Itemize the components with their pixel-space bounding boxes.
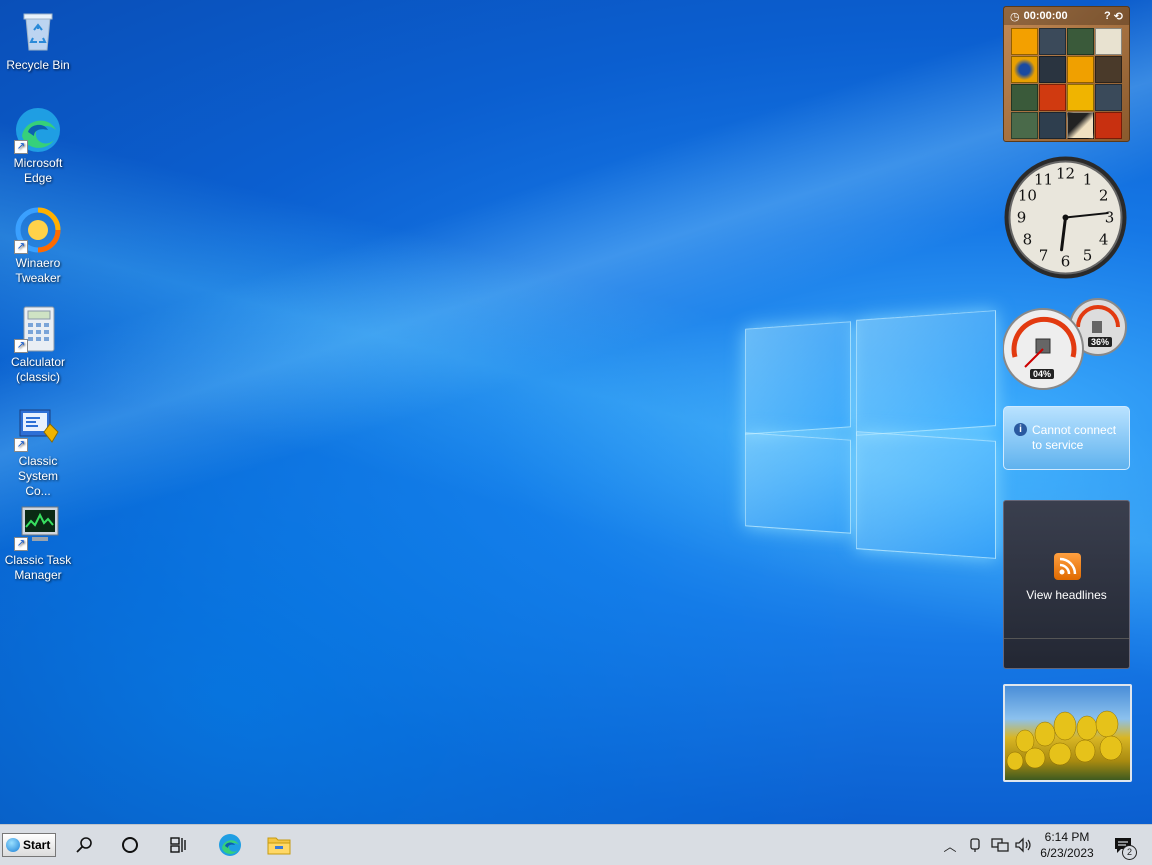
- shuffle-icon[interactable]: ⟲: [1114, 10, 1123, 23]
- device-icon: [970, 838, 980, 852]
- shortcut-arrow-icon: ↗: [14, 339, 28, 353]
- clock-numeral: 3: [1105, 209, 1115, 227]
- desktop-icon-label: Calculator (classic): [10, 355, 66, 384]
- desktop-icon-recycle-bin[interactable]: Recycle Bin: [4, 8, 72, 73]
- speaker-icon: [1015, 837, 1031, 853]
- clock-numeral: 1: [1083, 170, 1093, 188]
- weather-gadget[interactable]: i Cannot connect to service: [1003, 406, 1130, 470]
- clock-numeral: 11: [1034, 170, 1053, 188]
- info-icon: i: [1014, 423, 1027, 436]
- edge-icon: ↗: [14, 106, 62, 154]
- clock-numeral: 8: [1023, 231, 1033, 249]
- clock-numeral: 10: [1018, 187, 1037, 205]
- search-button[interactable]: [60, 825, 108, 865]
- shortcut-arrow-icon: ↗: [14, 140, 28, 154]
- calculator-icon: ↗: [14, 305, 62, 353]
- clock-numeral: 9: [1017, 209, 1027, 227]
- search-icon: [76, 837, 92, 853]
- feed-headlines-gadget[interactable]: View headlines: [1003, 500, 1130, 669]
- weather-message-line2: to service: [1032, 438, 1084, 452]
- windows-logo-wallpaper: [745, 305, 996, 560]
- start-button[interactable]: Start: [2, 833, 56, 857]
- desktop-icon-label: Winaero Tweaker: [15, 256, 61, 285]
- start-label: Start: [23, 838, 51, 852]
- view-headlines-link[interactable]: View headlines: [1004, 588, 1129, 602]
- desktop-icon-classic-system-config[interactable]: ↗ Classic System Co...: [4, 404, 72, 499]
- rss-icon: [1054, 553, 1081, 580]
- desktop-icon-label: Recycle Bin: [6, 58, 70, 72]
- shortcut-arrow-icon: ↗: [14, 240, 28, 254]
- clock-numeral: 2: [1099, 187, 1109, 205]
- desktop-icon-label: Classic System Co...: [17, 454, 58, 498]
- clock-time: 6:14 PM: [1044, 830, 1090, 844]
- desktop-icon-classic-task-manager[interactable]: ↗ Classic Task Manager: [4, 503, 72, 583]
- shortcut-arrow-icon: ↗: [14, 537, 28, 551]
- recycle-bin-icon: [14, 8, 62, 56]
- task-view-icon: [170, 837, 186, 853]
- chevron-up-icon: ︿: [943, 838, 957, 854]
- task-manager-icon: ↗: [14, 503, 62, 551]
- start-orb-icon: [6, 838, 20, 852]
- clock-gadget[interactable]: 12 1 2 3 4 5 6 7 8 9 10 11: [1003, 155, 1128, 280]
- puzzle-timer: 00:00:00: [1023, 10, 1068, 22]
- tray-device-button[interactable]: [964, 825, 986, 865]
- clock-numeral: 6: [1061, 253, 1071, 271]
- volume-button[interactable]: [1012, 825, 1034, 865]
- cpu-chip-icon: [1035, 338, 1051, 354]
- taskbar-file-explorer-button[interactable]: [255, 825, 303, 865]
- desktop-icon-label: Microsoft Edge: [13, 156, 63, 185]
- network-icon: [991, 838, 1009, 852]
- network-button[interactable]: [988, 825, 1012, 865]
- memory-usage-value: 36%: [1088, 337, 1113, 347]
- tulips-photo: [1006, 710, 1123, 771]
- memory-chip-icon: [1092, 321, 1102, 333]
- clock-date: 6/23/2023: [1040, 846, 1094, 860]
- clock-numeral: 7: [1039, 247, 1049, 265]
- desktop-icon-microsoft-edge[interactable]: ↗ Microsoft Edge: [4, 106, 72, 186]
- edge-icon: [219, 834, 241, 856]
- clock-numeral: 5: [1083, 247, 1093, 265]
- winaero-tweaker-icon: ↗: [14, 206, 62, 254]
- desktop-icon-label: Classic Task Manager: [4, 553, 72, 582]
- clock-numeral: 12: [1056, 165, 1075, 183]
- weather-message-line1: Cannot connect: [1032, 423, 1117, 437]
- show-hidden-icons-button[interactable]: ︿: [940, 825, 960, 865]
- taskbar: Start ︿ 6:14 PM 6/23/2023 2: [0, 824, 1152, 865]
- picture-puzzle-gadget[interactable]: ◷ 00:00:00 ? ⟲: [1003, 6, 1130, 142]
- taskbar-edge-button[interactable]: [206, 825, 254, 865]
- taskbar-clock[interactable]: 6:14 PM 6/23/2023: [1036, 829, 1098, 861]
- cpu-usage-value: 04%: [1030, 369, 1055, 379]
- desktop-icon-calculator[interactable]: ↗ Calculator (classic): [4, 305, 72, 385]
- desktop-icon-winaero-tweaker[interactable]: ↗ Winaero Tweaker: [4, 206, 72, 286]
- notification-count-badge: 2: [1122, 845, 1137, 860]
- task-view-button[interactable]: [155, 825, 203, 865]
- cortana-circle-icon: [122, 837, 138, 853]
- folder-icon: [267, 837, 291, 855]
- slideshow-gadget[interactable]: [1003, 684, 1132, 782]
- system-config-icon: ↗: [14, 404, 62, 452]
- timer-icon: ◷: [1010, 10, 1020, 23]
- clock-numeral: 4: [1099, 231, 1109, 249]
- cpu-meter-gadget[interactable]: 04% 36%: [1002, 297, 1128, 393]
- analog-clock: 12 12 3 45678 9 1011: [1004, 156, 1127, 279]
- help-icon[interactable]: ?: [1104, 10, 1111, 22]
- shortcut-arrow-icon: ↗: [14, 438, 28, 452]
- action-center-button[interactable]: 2: [1106, 825, 1140, 865]
- puzzle-grid[interactable]: [1011, 28, 1122, 139]
- cortana-button[interactable]: [106, 825, 154, 865]
